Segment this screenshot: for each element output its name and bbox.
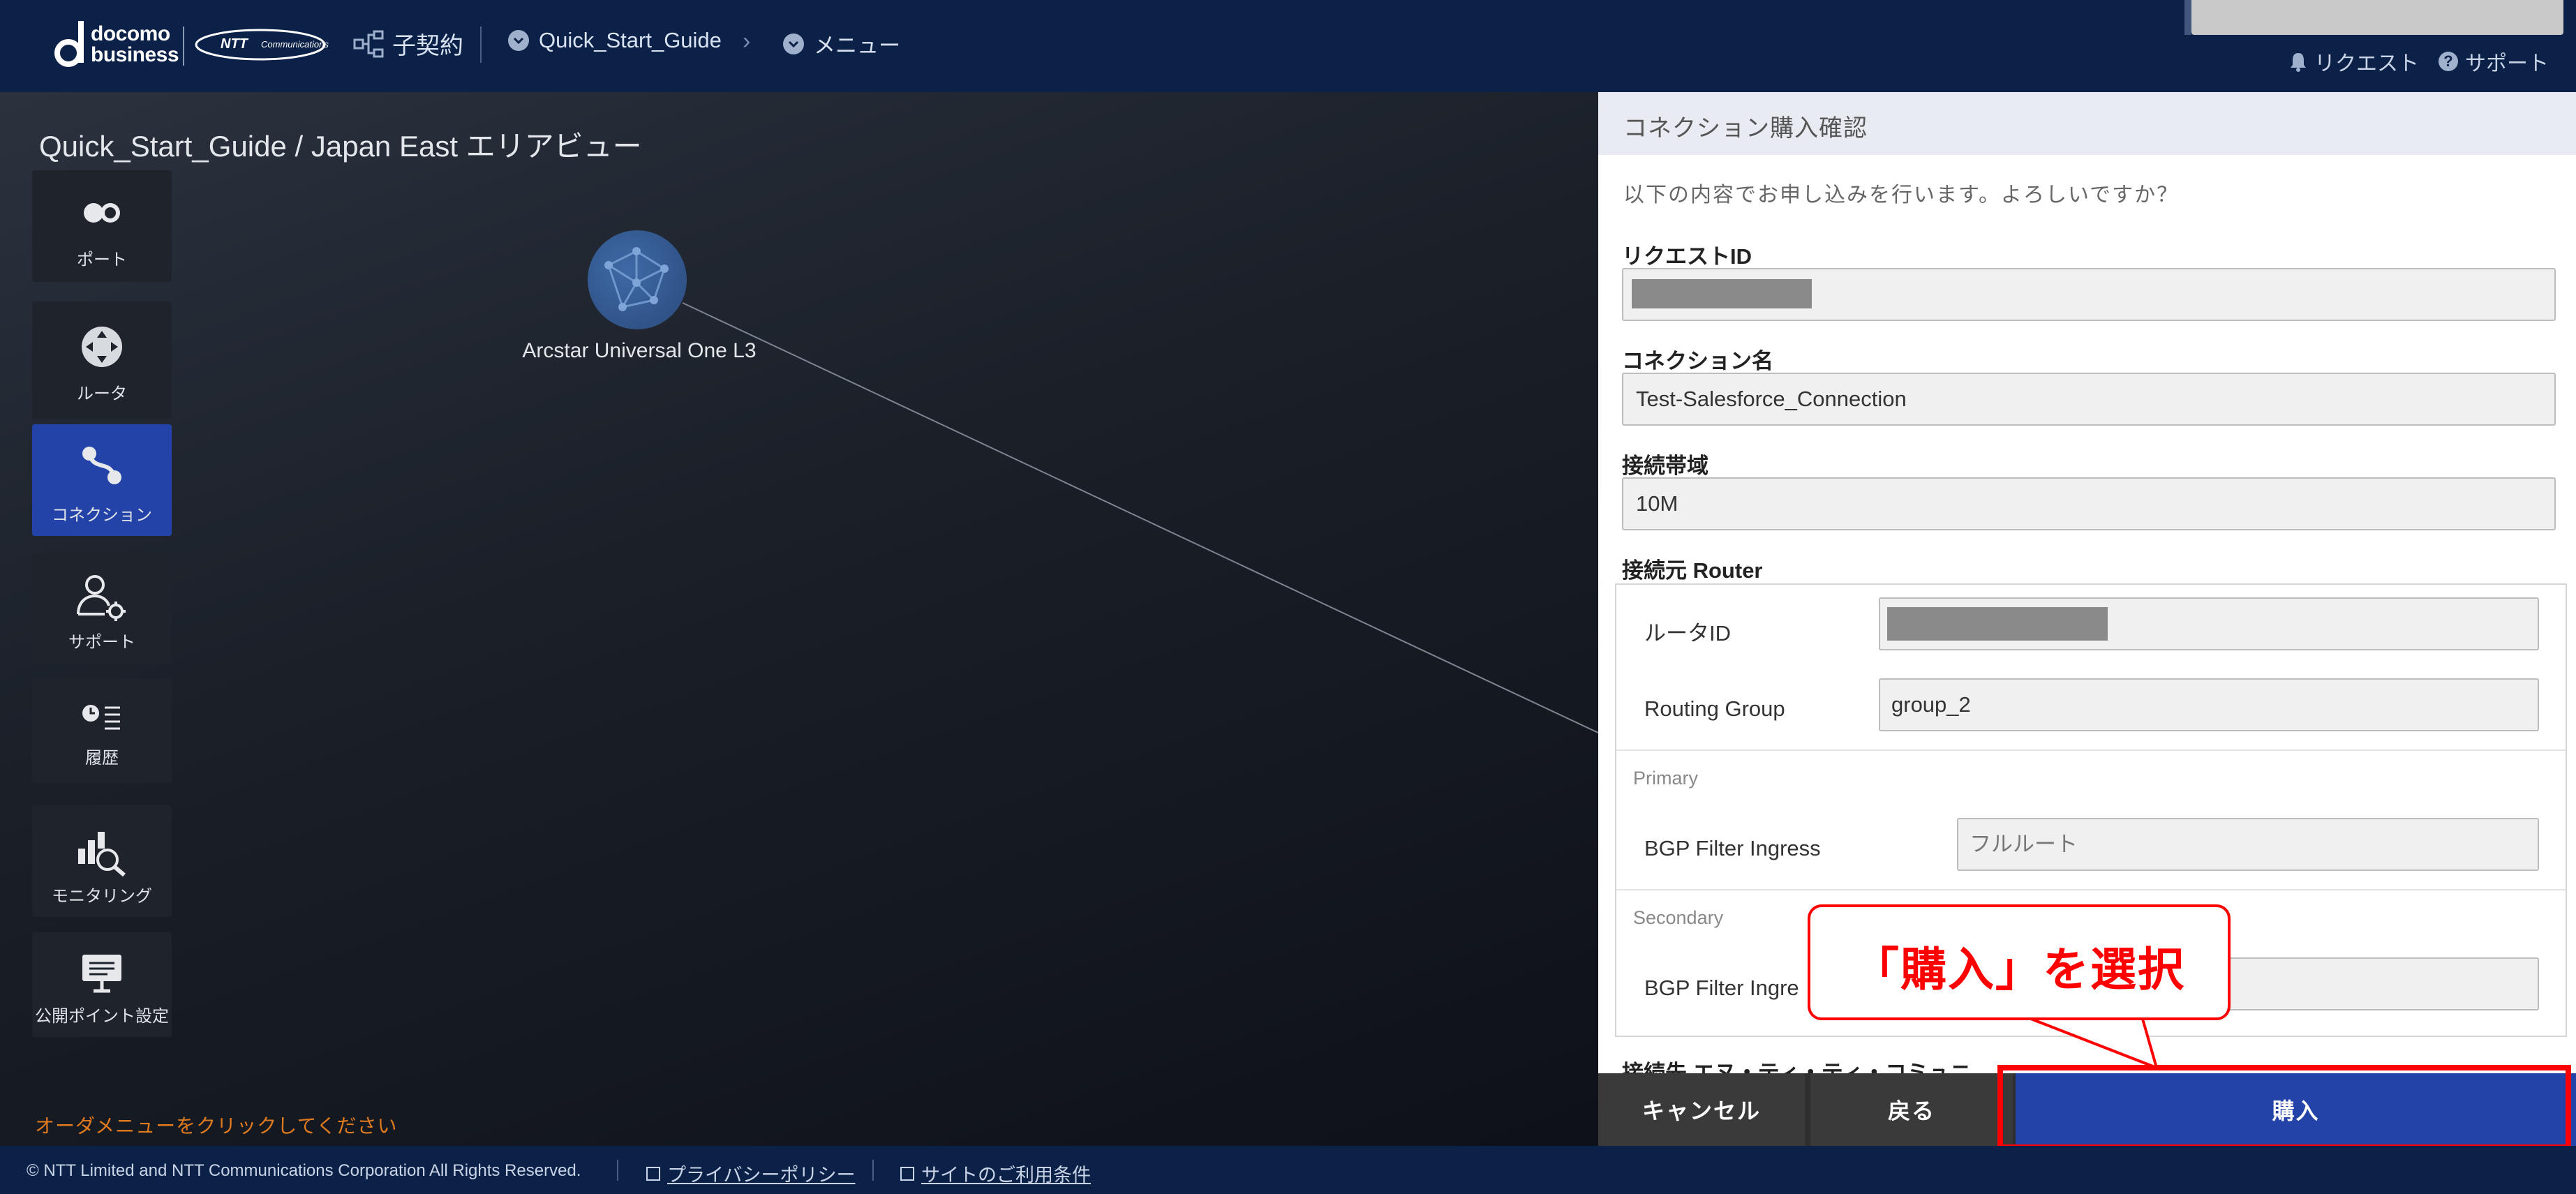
ntt-logo-text: NTT (221, 36, 248, 52)
sidebar-item-label: 履歴 (85, 749, 119, 768)
request-id-label: リクエストID (1622, 244, 1752, 269)
primary-section-header: Primary (1616, 749, 2566, 803)
brand-line-1: docomo (91, 22, 170, 45)
connection-name-label: コネクション名 (1622, 349, 1773, 373)
breadcrumb-menu[interactable]: メニュー (783, 28, 900, 59)
footer-divider (872, 1160, 874, 1181)
instruction-callout: 「購入」を選択 (1808, 904, 2231, 1020)
ntt-communications-logo: NTT Communications (194, 28, 329, 61)
bgp-filter-ingress-field: フルルート (1957, 818, 2539, 871)
secondary-label: Secondary (1633, 907, 1724, 928)
router-icon (82, 327, 122, 367)
sidebar-item-label: 公開ポイント設定 (35, 1007, 169, 1026)
privacy-policy-link[interactable]: プライバシーポリシー (646, 1160, 855, 1187)
sidebar-item-connection[interactable]: コネクション (32, 424, 172, 536)
routing-group-label: Routing Group (1644, 696, 1785, 721)
callout-text: 「購入」を選択 (1853, 943, 2185, 995)
external-window-icon (900, 1166, 914, 1181)
request-link-label: リクエスト (2314, 52, 2419, 75)
sidebar-item-label: モニタリング (52, 887, 152, 906)
sidebar-item-port[interactable]: ポート (32, 170, 172, 282)
external-window-icon (646, 1166, 660, 1181)
sidebar-item-history[interactable]: 履歴 (32, 678, 172, 783)
history-icon (82, 705, 120, 730)
node-label: Arcstar Universal One L3 (522, 339, 757, 362)
bandwidth-label: 接続帯域 (1622, 454, 1708, 478)
sidebar-item-label: サポート (68, 633, 135, 652)
breadcrumb-label: Quick_Start_Guide (539, 28, 722, 52)
panel-title: コネクション購入確認 (1623, 115, 1868, 142)
sidebar-item-label: ルータ (77, 385, 127, 403)
sidebar-item-support[interactable]: サポート (32, 553, 172, 664)
public-point-icon (82, 955, 121, 993)
redacted-value (1632, 279, 1812, 308)
header-divider (480, 27, 482, 63)
privacy-policy-label: プライバシーポリシー (667, 1165, 856, 1186)
bell-icon (2291, 53, 2306, 72)
sidebar-item-public-point[interactable]: 公開ポイント設定 (32, 932, 172, 1037)
contract-label: 子契約 (392, 33, 463, 59)
contract-switch[interactable]: 子契約 (353, 27, 463, 61)
redacted-value (1887, 607, 2108, 641)
terms-of-use-link[interactable]: サイトのご利用条件 (900, 1160, 1091, 1187)
area-view-canvas[interactable]: Quick_Start_Guide / Japan East エリアビュー Ar… (0, 92, 1598, 1146)
panel-header: コネクション購入確認 (1598, 92, 2576, 155)
support-user-icon (77, 575, 126, 621)
confirm-message: 以下の内容でお申し込みを行います。よろしいですか？ (1623, 184, 2180, 207)
breadcrumb-label: メニュー (814, 33, 900, 58)
terms-of-use-label: サイトのご利用条件 (921, 1165, 1091, 1186)
bgp-filter-ingress-label: BGP Filter Ingress (1644, 836, 1821, 860)
support-link-label: サポート (2465, 52, 2549, 75)
cancel-button[interactable]: キャンセル (1598, 1073, 1805, 1146)
order-hint: オーダメニューをクリックしてください (35, 1115, 398, 1137)
brand-logo-text: docomo business (91, 24, 179, 66)
sidebar-item-router[interactable]: ルータ (32, 301, 172, 419)
user-account-box[interactable] (2184, 0, 2563, 35)
port-icon (84, 203, 120, 223)
ntt-logo-subtext: Communications (261, 39, 329, 50)
help-icon: ? (2439, 52, 2458, 71)
back-button[interactable]: 戻る (1810, 1073, 2013, 1146)
connection-icon (82, 447, 121, 484)
request-id-field (1622, 268, 2556, 321)
logo-divider (183, 27, 184, 66)
brand-line-2: business (91, 43, 179, 66)
breadcrumb-quick-start-guide[interactable]: Quick_Start_Guide (508, 28, 722, 53)
bandwidth-field: 10M (1622, 477, 2556, 530)
bgp-filter-ingress-secondary-label: BGP Filter Ingre (1644, 976, 1799, 1000)
connection-name-field: Test-Salesforce_Connection (1622, 373, 2556, 426)
connection-line (682, 302, 1598, 733)
footer-divider (617, 1160, 618, 1181)
footer: © NTT Limited and NTT Communications Cor… (0, 1146, 2576, 1194)
primary-label: Primary (1633, 768, 1698, 789)
network-node-icon[interactable] (588, 230, 687, 329)
chevron-down-icon (508, 30, 529, 51)
top-header: docomo business NTT Communications 子契約 Q… (0, 0, 2576, 92)
hierarchy-icon (353, 30, 384, 57)
chevron-down-icon (783, 33, 804, 54)
copyright-text: © NTT Limited and NTT Communications Cor… (27, 1161, 581, 1180)
source-router-label: 接続元 Router (1622, 558, 1763, 583)
breadcrumb-separator-icon: › (743, 28, 751, 54)
router-id-field (1879, 597, 2539, 650)
sidebar-item-label: ポート (77, 251, 127, 269)
monitoring-icon (78, 832, 126, 876)
request-link[interactable]: リクエスト (2289, 46, 2419, 77)
sidebar-item-label: コネクション (52, 506, 152, 525)
docomo-d-logo-icon (54, 21, 84, 67)
purchase-button-highlight (1997, 1065, 2571, 1150)
router-id-label: ルータID (1644, 621, 1731, 645)
routing-group-field: group_2 (1879, 678, 2539, 731)
support-link[interactable]: ? サポート (2439, 46, 2549, 77)
sidebar-item-monitoring[interactable]: モニタリング (32, 805, 172, 917)
